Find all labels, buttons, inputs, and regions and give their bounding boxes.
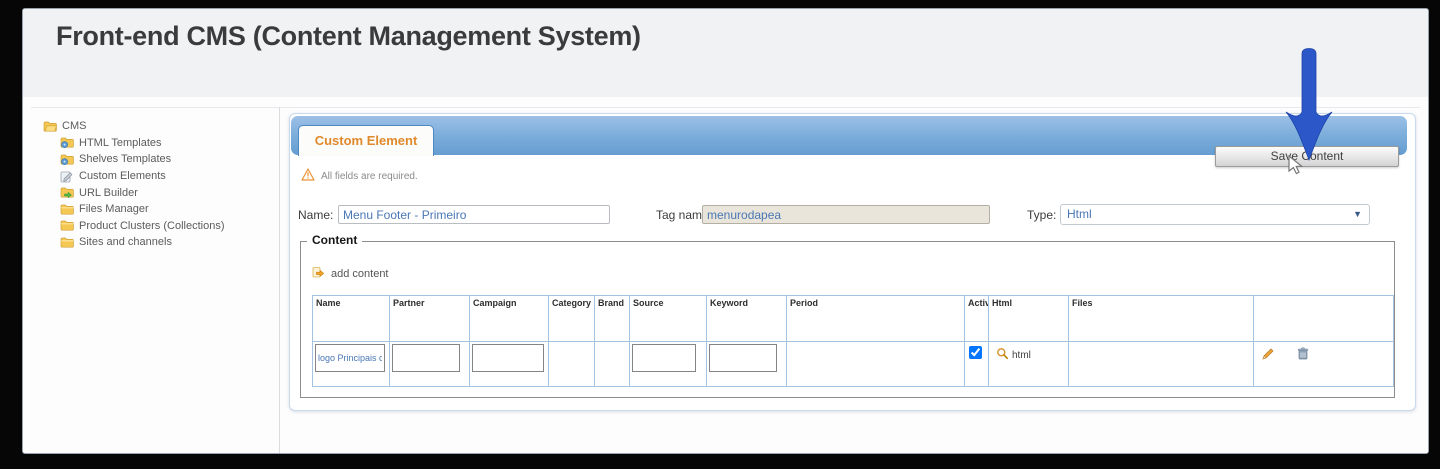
sidebar-item-label: Files Manager	[79, 203, 149, 215]
table-row: html	[313, 342, 1394, 387]
row-brand-cell	[595, 342, 630, 387]
mouse-cursor	[1288, 155, 1304, 177]
col-header-partner: Partner	[390, 296, 470, 342]
col-header-period: Period	[787, 296, 965, 342]
col-header-name: Name	[313, 296, 390, 342]
sidebar-tree: CMS HTML Templates Shelves Templates Cus…	[43, 118, 275, 251]
name-label: Name:	[298, 208, 333, 222]
sidebar-item-label: URL Builder	[79, 187, 138, 199]
type-select-value: Html	[1067, 207, 1092, 221]
content-legend: Content	[307, 233, 362, 247]
row-name-input[interactable]	[315, 344, 385, 372]
type-select[interactable]: Html ▼	[1060, 204, 1370, 225]
row-partner-input[interactable]	[392, 344, 460, 372]
sidebar-item-shelves-templates[interactable]: Shelves Templates	[43, 151, 275, 168]
annotation-arrow-icon	[1270, 40, 1350, 170]
tab-custom-element[interactable]: Custom Element	[298, 125, 434, 156]
sidebar-item-product-clusters[interactable]: Product Clusters (Collections)	[43, 218, 275, 235]
folder-icon	[60, 236, 74, 249]
row-html-link[interactable]: html	[996, 347, 1066, 363]
chevron-down-icon: ▼	[1353, 205, 1362, 224]
row-campaign-input[interactable]	[472, 344, 544, 372]
magnifier-icon	[996, 347, 1009, 363]
page-title: Front-end CMS (Content Management System…	[56, 21, 641, 52]
sidebar-item-url-builder[interactable]: URL Builder	[43, 184, 275, 201]
page-header: Front-end CMS (Content Management System…	[23, 9, 1428, 97]
row-category-cell	[549, 342, 595, 387]
folder-link-icon	[60, 186, 74, 199]
col-header-category: Category	[549, 296, 595, 342]
sidebar-item-files-manager[interactable]: Files Manager	[43, 201, 275, 218]
col-header-files: Files	[1069, 296, 1254, 342]
add-content-link[interactable]: add content	[312, 266, 389, 282]
sidebar-item-sites-and-channels[interactable]: Sites and channels	[43, 234, 275, 251]
trash-icon[interactable]	[1297, 347, 1309, 366]
sidebar-divider	[279, 107, 280, 453]
col-header-campaign: Campaign	[470, 296, 549, 342]
tag-name-input[interactable]	[702, 205, 990, 224]
header-separator	[31, 107, 1420, 108]
folder-icon	[60, 219, 74, 232]
sidebar-item-custom-elements[interactable]: Custom Elements	[43, 168, 275, 185]
sidebar-item-label: Sites and channels	[79, 236, 172, 248]
name-input[interactable]	[338, 205, 610, 224]
required-fields-warning: All fields are required.	[301, 168, 418, 184]
sidebar-item-html-templates[interactable]: HTML Templates	[43, 135, 275, 152]
edit-page-icon	[60, 170, 74, 183]
row-files-cell	[1069, 342, 1254, 387]
col-header-brand: Brand	[595, 296, 630, 342]
row-active-checkbox[interactable]	[969, 346, 982, 359]
sidebar-item-cms[interactable]: CMS	[43, 118, 275, 135]
type-label: Type:	[1027, 208, 1056, 222]
sidebar-item-label: Product Clusters (Collections)	[79, 220, 225, 232]
custom-element-panel: Custom Element Save Content All fields a…	[289, 113, 1416, 411]
edit-pencil-icon[interactable]	[1261, 347, 1275, 366]
sidebar-item-label: Custom Elements	[79, 170, 166, 182]
row-html-label: html	[1012, 350, 1031, 361]
folder-open-icon	[43, 120, 57, 133]
table-header-row: Name Partner Campaign Category Brand Sou…	[313, 296, 1394, 342]
col-header-active: Active	[965, 296, 989, 342]
sidebar-item-label: Shelves Templates	[79, 153, 171, 165]
col-header-keyword: Keyword	[707, 296, 787, 342]
row-period-cell	[787, 342, 965, 387]
col-header-html: Html	[989, 296, 1069, 342]
add-content-icon	[312, 266, 325, 282]
row-source-input[interactable]	[632, 344, 696, 372]
content-table: Name Partner Campaign Category Brand Sou…	[312, 295, 1394, 387]
folder-icon	[60, 203, 74, 216]
folder-template-icon	[60, 153, 74, 166]
col-header-source: Source	[630, 296, 707, 342]
warning-text: All fields are required.	[321, 171, 418, 182]
add-content-label: add content	[331, 268, 389, 280]
row-keyword-input[interactable]	[709, 344, 777, 372]
app-window: Front-end CMS (Content Management System…	[22, 8, 1429, 454]
warning-icon	[301, 168, 315, 184]
sidebar-item-label: CMS	[62, 120, 86, 132]
col-header-actions	[1254, 296, 1394, 342]
sidebar-item-label: HTML Templates	[79, 137, 162, 149]
folder-template-icon	[60, 136, 74, 149]
